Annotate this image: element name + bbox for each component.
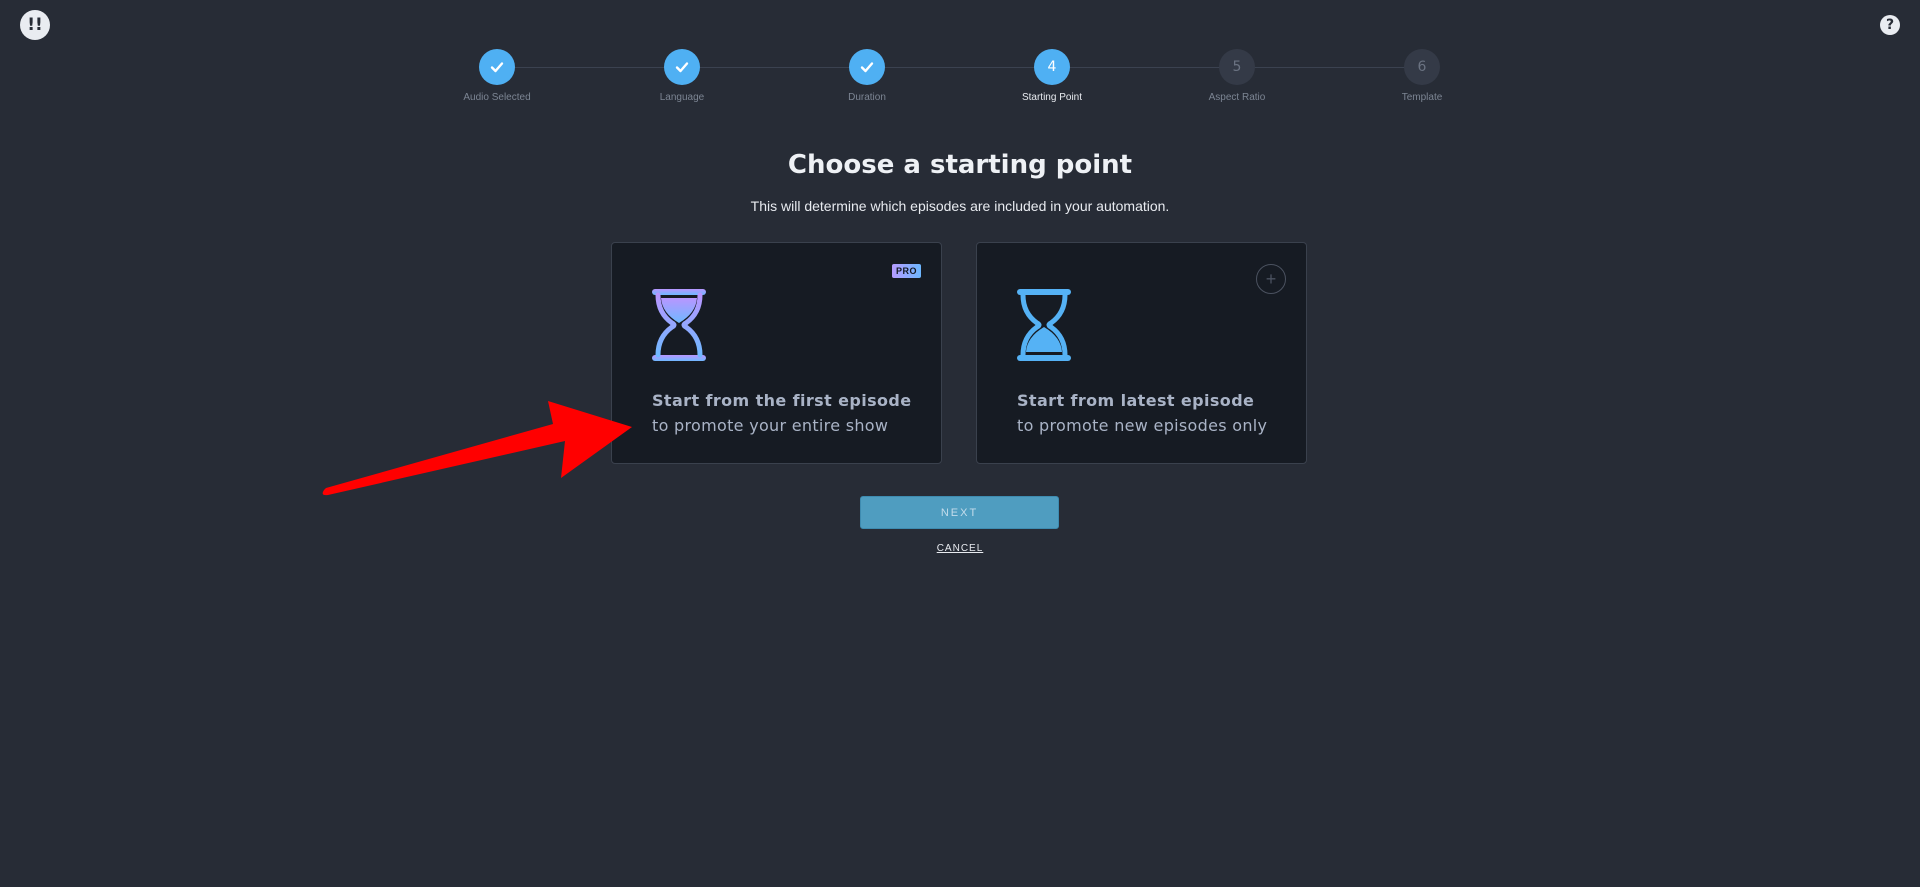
page-title: Choose a starting point (787, 150, 1133, 180)
option-description: to promote new episodes only (1017, 416, 1268, 435)
step-aspect-ratio: 5 Aspect Ratio (1162, 49, 1312, 103)
step-number: 4 (1034, 49, 1070, 85)
cancel-link[interactable]: CANCEL (0, 543, 1920, 554)
option-latest-episode-card[interactable]: + Start from latest episode to promote n… (976, 242, 1307, 464)
cancel-label[interactable]: CANCEL (937, 543, 984, 554)
option-title: Start from the first episode (652, 391, 912, 410)
option-first-episode-card[interactable]: PRO Start from the first episode to prom… (611, 242, 942, 464)
step-label: Template (1401, 92, 1443, 103)
step-language[interactable]: Language (607, 49, 757, 103)
pro-badge: PRO (891, 264, 921, 278)
step-audio-selected[interactable]: Audio Selected (422, 49, 572, 103)
option-title: Start from latest episode (1017, 391, 1255, 410)
step-label: Audio Selected (463, 92, 531, 103)
page-subtitle: This will determine which episodes are i… (750, 198, 1170, 214)
check-icon (479, 49, 515, 85)
option-description: to promote your entire show (652, 416, 889, 435)
hourglass-gradient-icon (652, 289, 706, 361)
check-icon (849, 49, 885, 85)
step-label: Language (659, 92, 705, 103)
step-template: 6 Template (1347, 49, 1497, 103)
step-label: Duration (848, 92, 886, 103)
plus-icon[interactable]: + (1256, 264, 1286, 294)
step-duration[interactable]: Duration (792, 49, 942, 103)
check-icon (664, 49, 700, 85)
wizard-stepper: Audio Selected Language Duration 4 Start… (0, 0, 1920, 120)
next-button[interactable]: NEXT (860, 496, 1059, 529)
hourglass-solid-icon (1017, 289, 1071, 361)
step-number: 6 (1404, 49, 1440, 85)
annotation-arrow (322, 401, 632, 496)
step-label: Aspect Ratio (1208, 92, 1266, 103)
step-label: Starting Point (1021, 92, 1083, 103)
step-starting-point[interactable]: 4 Starting Point (977, 49, 1127, 103)
step-number: 5 (1219, 49, 1255, 85)
